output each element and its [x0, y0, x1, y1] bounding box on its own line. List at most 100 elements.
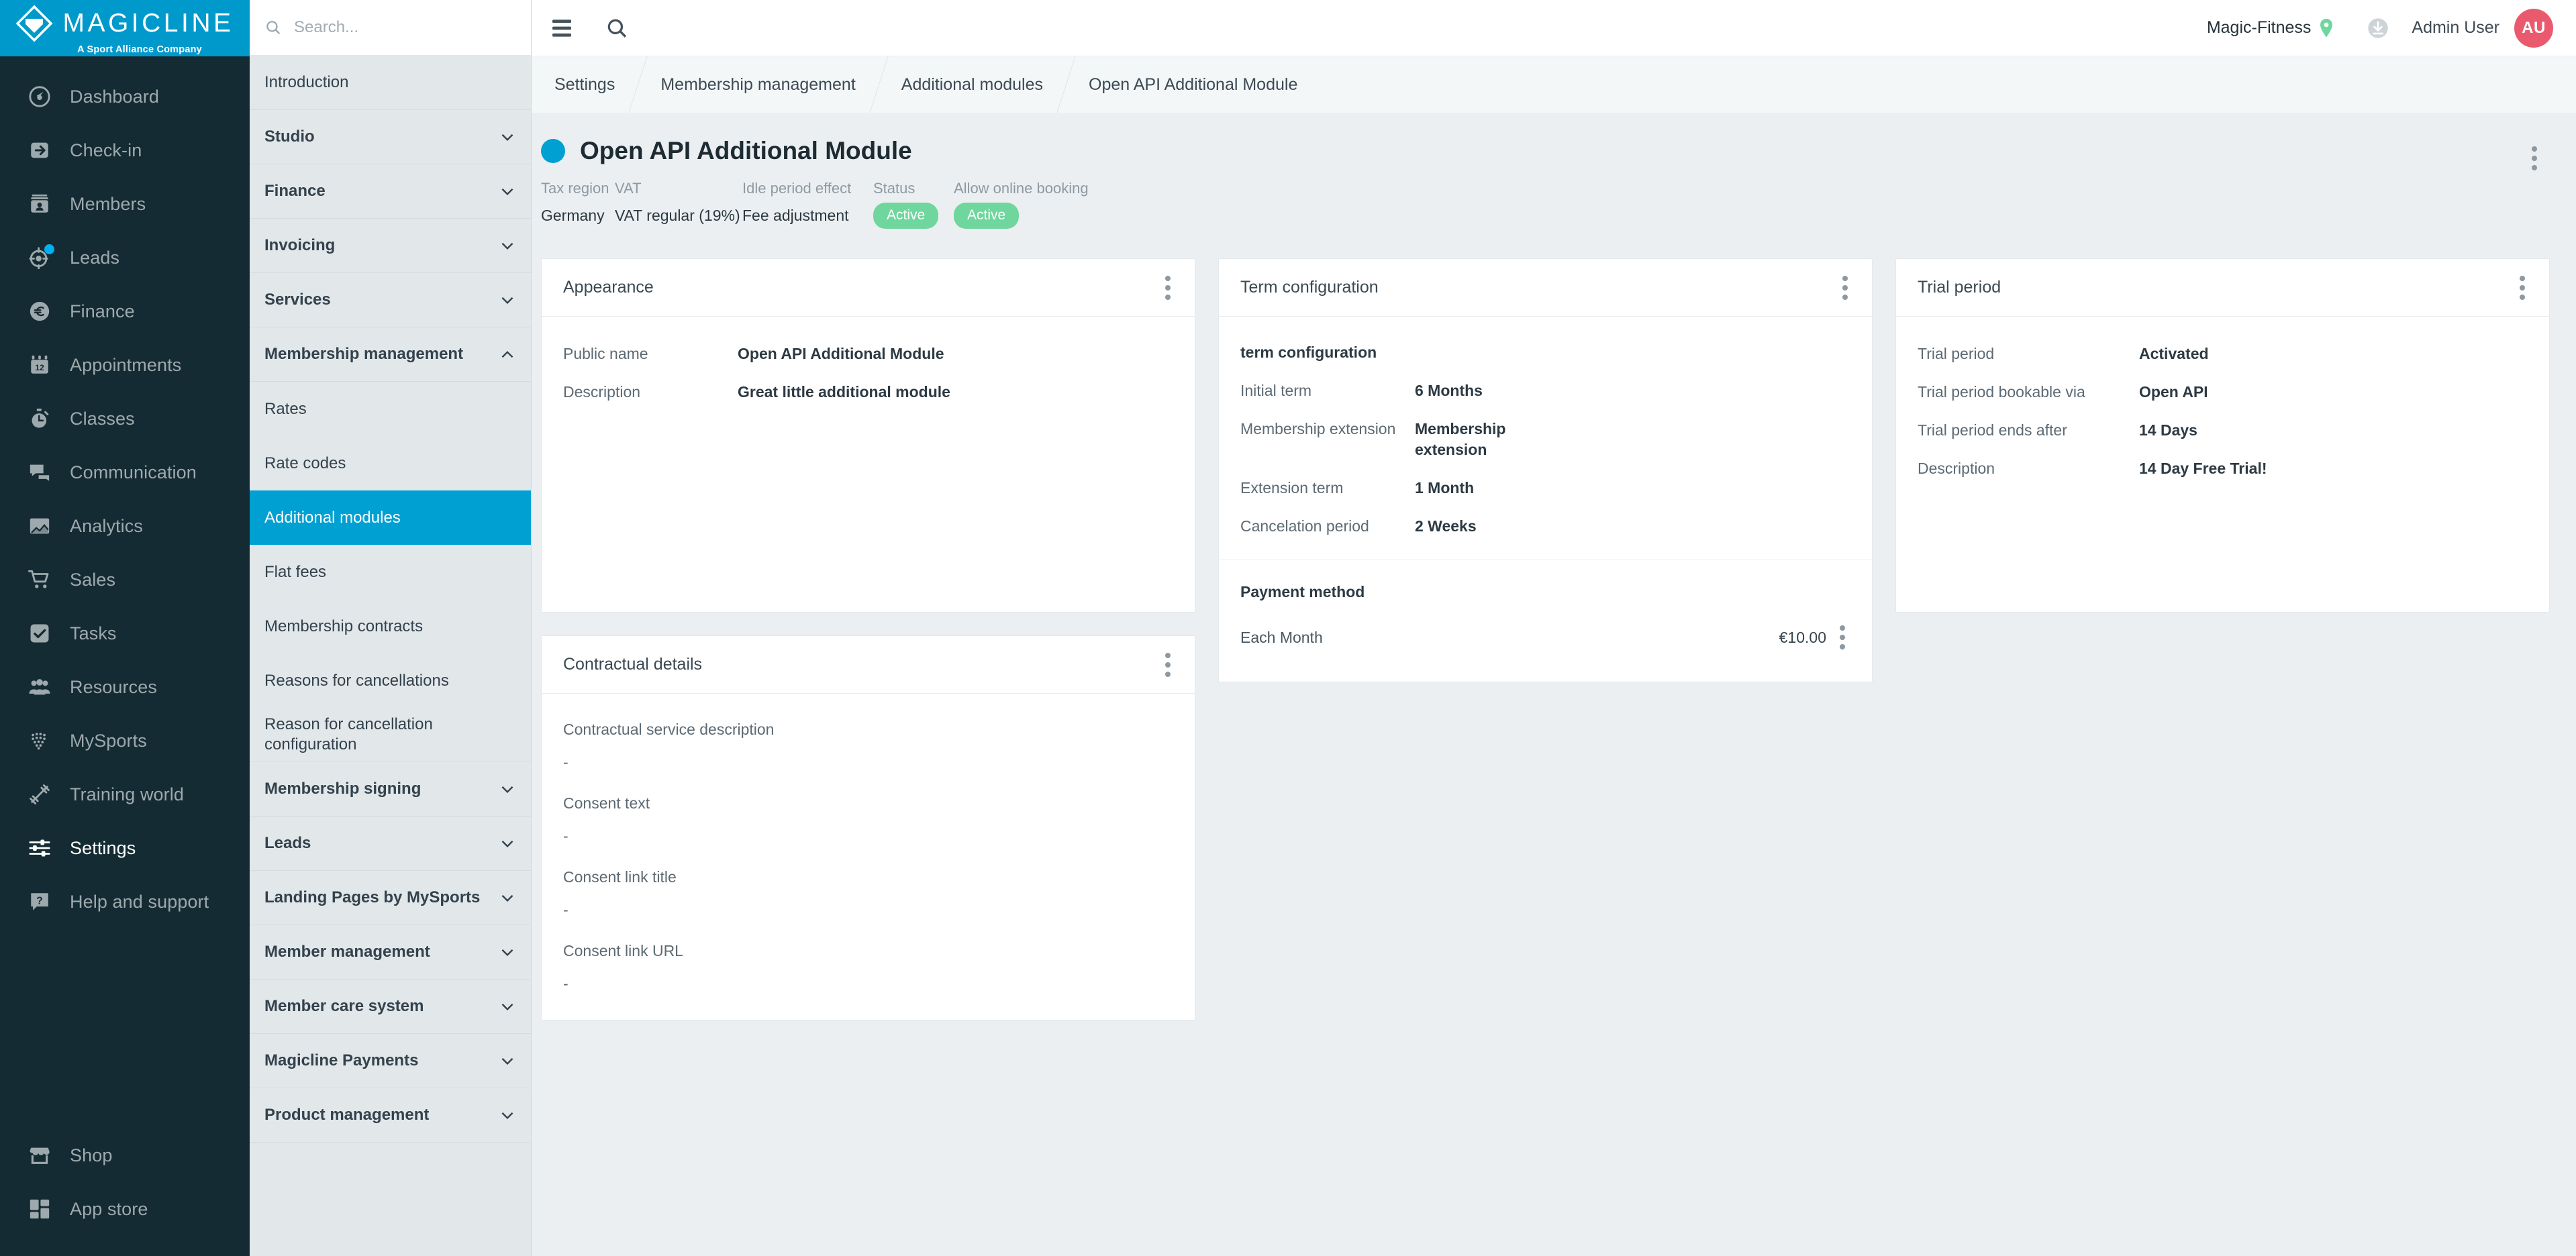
- sidebar-item-help-and-support[interactable]: ? Help and support: [0, 875, 250, 929]
- location-pin-icon[interactable]: [2318, 18, 2335, 38]
- studio-name[interactable]: Magic-Fitness: [2207, 18, 2312, 38]
- subnav-item-magicline-payments[interactable]: Magicline Payments: [250, 1034, 531, 1088]
- sidebar-label: App store: [70, 1199, 148, 1220]
- sidebar-item-mysports[interactable]: MySports: [0, 714, 250, 768]
- sidebar-item-analytics[interactable]: Analytics: [0, 499, 250, 553]
- breadcrumb-item-open-api-additional-module[interactable]: Open API Additional Module: [1066, 56, 1320, 113]
- sidebar-item-training-world[interactable]: Training world: [0, 768, 250, 821]
- chevron-down-icon: [499, 1106, 516, 1124]
- people-group-icon: [28, 676, 51, 698]
- sidebar-label: Communication: [70, 462, 197, 483]
- contractual-card-body: Contractual service description - Consen…: [542, 694, 1195, 1020]
- appearance-row-description: Description Great little additional modu…: [563, 382, 1173, 403]
- sidebar-item-leads[interactable]: Leads: [0, 231, 250, 284]
- chat-bubbles-icon: [28, 461, 51, 484]
- sidebar-item-finance[interactable]: Finance: [0, 284, 250, 338]
- avatar[interactable]: AU: [2514, 9, 2553, 48]
- checkbox-icon: [28, 622, 51, 645]
- row-label: Trial period bookable via: [1918, 382, 2139, 403]
- block-label: Contractual service description: [563, 721, 1173, 739]
- subnav-item-member-care-system[interactable]: Member care system: [250, 980, 531, 1034]
- brand-name: MAGICLINE: [62, 10, 234, 36]
- meta-value: Germany: [541, 207, 615, 225]
- sidebar-item-resources[interactable]: Resources: [0, 660, 250, 714]
- sidebar-label: Finance: [70, 301, 135, 322]
- download-circle-icon[interactable]: [2367, 17, 2389, 39]
- sidebar-item-communication[interactable]: Communication: [0, 446, 250, 499]
- breadcrumb-item-additional-modules[interactable]: Additional modules: [879, 56, 1066, 113]
- module-color-indicator: [541, 139, 565, 163]
- subnav-item-finance[interactable]: Finance: [250, 164, 531, 219]
- subnav-label: Member care system: [264, 996, 429, 1016]
- calendar-icon: 12: [28, 354, 51, 376]
- breadcrumb-item-settings[interactable]: Settings: [532, 56, 638, 113]
- member-card-icon: [28, 193, 51, 215]
- stopwatch-icon: [28, 407, 51, 430]
- subnav-item-additional-modules[interactable]: Additional modules: [250, 490, 531, 545]
- subnav-label: Introduction: [264, 72, 354, 93]
- appearance-row-public-name: Public name Open API Additional Module: [563, 344, 1173, 364]
- brand-logo[interactable]: MAGICLINE A Sport Alliance Company: [0, 0, 250, 56]
- appearance-card-menu[interactable]: [1160, 270, 1176, 305]
- topbar: Magic-Fitness Admin User AU: [532, 0, 2576, 56]
- subnav-label: Studio: [264, 127, 320, 147]
- user-name[interactable]: Admin User: [2412, 18, 2499, 38]
- hamburger-icon[interactable]: [550, 19, 573, 38]
- contractual-card-menu[interactable]: [1160, 647, 1176, 682]
- row-label: Public name: [563, 344, 738, 364]
- subnav-item-member-management[interactable]: Member management: [250, 925, 531, 980]
- payment-amount: €10.00: [1779, 629, 1826, 647]
- subnav-item-membership-contracts[interactable]: Membership contracts: [250, 599, 531, 653]
- sidebar-label: Leads: [70, 248, 119, 268]
- sidebar-label: Analytics: [70, 516, 143, 537]
- search-input[interactable]: [294, 18, 516, 37]
- subnav-item-landing-pages-by-mysports[interactable]: Landing Pages by MySports: [250, 871, 531, 925]
- subnav-label: Rates: [264, 399, 312, 419]
- sidebar-item-settings[interactable]: Settings: [0, 821, 250, 875]
- sidebar-item-sales[interactable]: Sales: [0, 553, 250, 607]
- contractual-service-description-block: Contractual service description -: [563, 721, 1173, 772]
- subnav-item-flat-fees[interactable]: Flat fees: [250, 545, 531, 599]
- sidebar-label: Tasks: [70, 623, 117, 644]
- sidebar-item-check-in[interactable]: Check-in: [0, 123, 250, 177]
- sidebar-item-tasks[interactable]: Tasks: [0, 607, 250, 660]
- subnav-item-rate-codes[interactable]: Rate codes: [250, 436, 531, 490]
- page-actions-menu[interactable]: [2526, 141, 2542, 176]
- subnav-item-studio[interactable]: Studio: [250, 110, 531, 164]
- trial-card-menu[interactable]: [2514, 270, 2530, 305]
- subnav-item-rates[interactable]: Rates: [250, 382, 531, 436]
- sidebar-item-appointments[interactable]: 12 Appointments: [0, 338, 250, 392]
- subnav-item-reasons-for-cancellations[interactable]: Reasons for cancellations: [250, 653, 531, 708]
- search-icon[interactable]: [605, 17, 628, 40]
- sidebar-item-shop[interactable]: Shop: [0, 1129, 250, 1182]
- row-value: Great little additional module: [738, 382, 950, 403]
- subnav-item-product-management[interactable]: Product management: [250, 1088, 531, 1143]
- sidebar-item-members[interactable]: Members: [0, 177, 250, 231]
- content-area: Open API Additional Module Tax region Ge…: [532, 113, 2576, 1256]
- subnav-item-reason-for-cancellation-configuration[interactable]: Reason for cancellation configuration: [250, 708, 531, 762]
- chevron-up-icon: [499, 346, 516, 363]
- chevron-down-icon: [499, 780, 516, 798]
- subnav-item-services[interactable]: Services: [250, 273, 531, 327]
- target-icon: [28, 246, 51, 269]
- subnav-item-membership-management[interactable]: Membership management: [250, 327, 531, 382]
- online-booking-badge: Active: [954, 203, 1019, 229]
- subnav-list: Introduction Studio Finance Invoicing Se…: [250, 56, 531, 1256]
- chart-image-icon: [28, 515, 51, 537]
- svg-text:12: 12: [35, 363, 44, 372]
- breadcrumb-item-membership-management[interactable]: Membership management: [638, 56, 878, 113]
- sidebar-item-dashboard[interactable]: Dashboard: [0, 70, 250, 123]
- sidebar-item-classes[interactable]: Classes: [0, 392, 250, 446]
- subnav-search-bar[interactable]: [250, 0, 531, 56]
- subnav-item-invoicing[interactable]: Invoicing: [250, 219, 531, 273]
- payment-row-menu[interactable]: [1834, 620, 1850, 655]
- subnav-item-membership-signing[interactable]: Membership signing: [250, 762, 531, 817]
- subnav-label: Reason for cancellation configuration: [264, 715, 466, 755]
- meta-label: Allow online booking: [954, 180, 1089, 197]
- sidebar-label: Classes: [70, 409, 135, 429]
- term-card-menu[interactable]: [1837, 270, 1853, 305]
- subnav-item-leads[interactable]: Leads: [250, 817, 531, 871]
- sidebar-item-app-store[interactable]: App store: [0, 1182, 250, 1236]
- subnav-label: Additional modules: [264, 508, 406, 528]
- subnav-item-introduction[interactable]: Introduction: [250, 56, 531, 110]
